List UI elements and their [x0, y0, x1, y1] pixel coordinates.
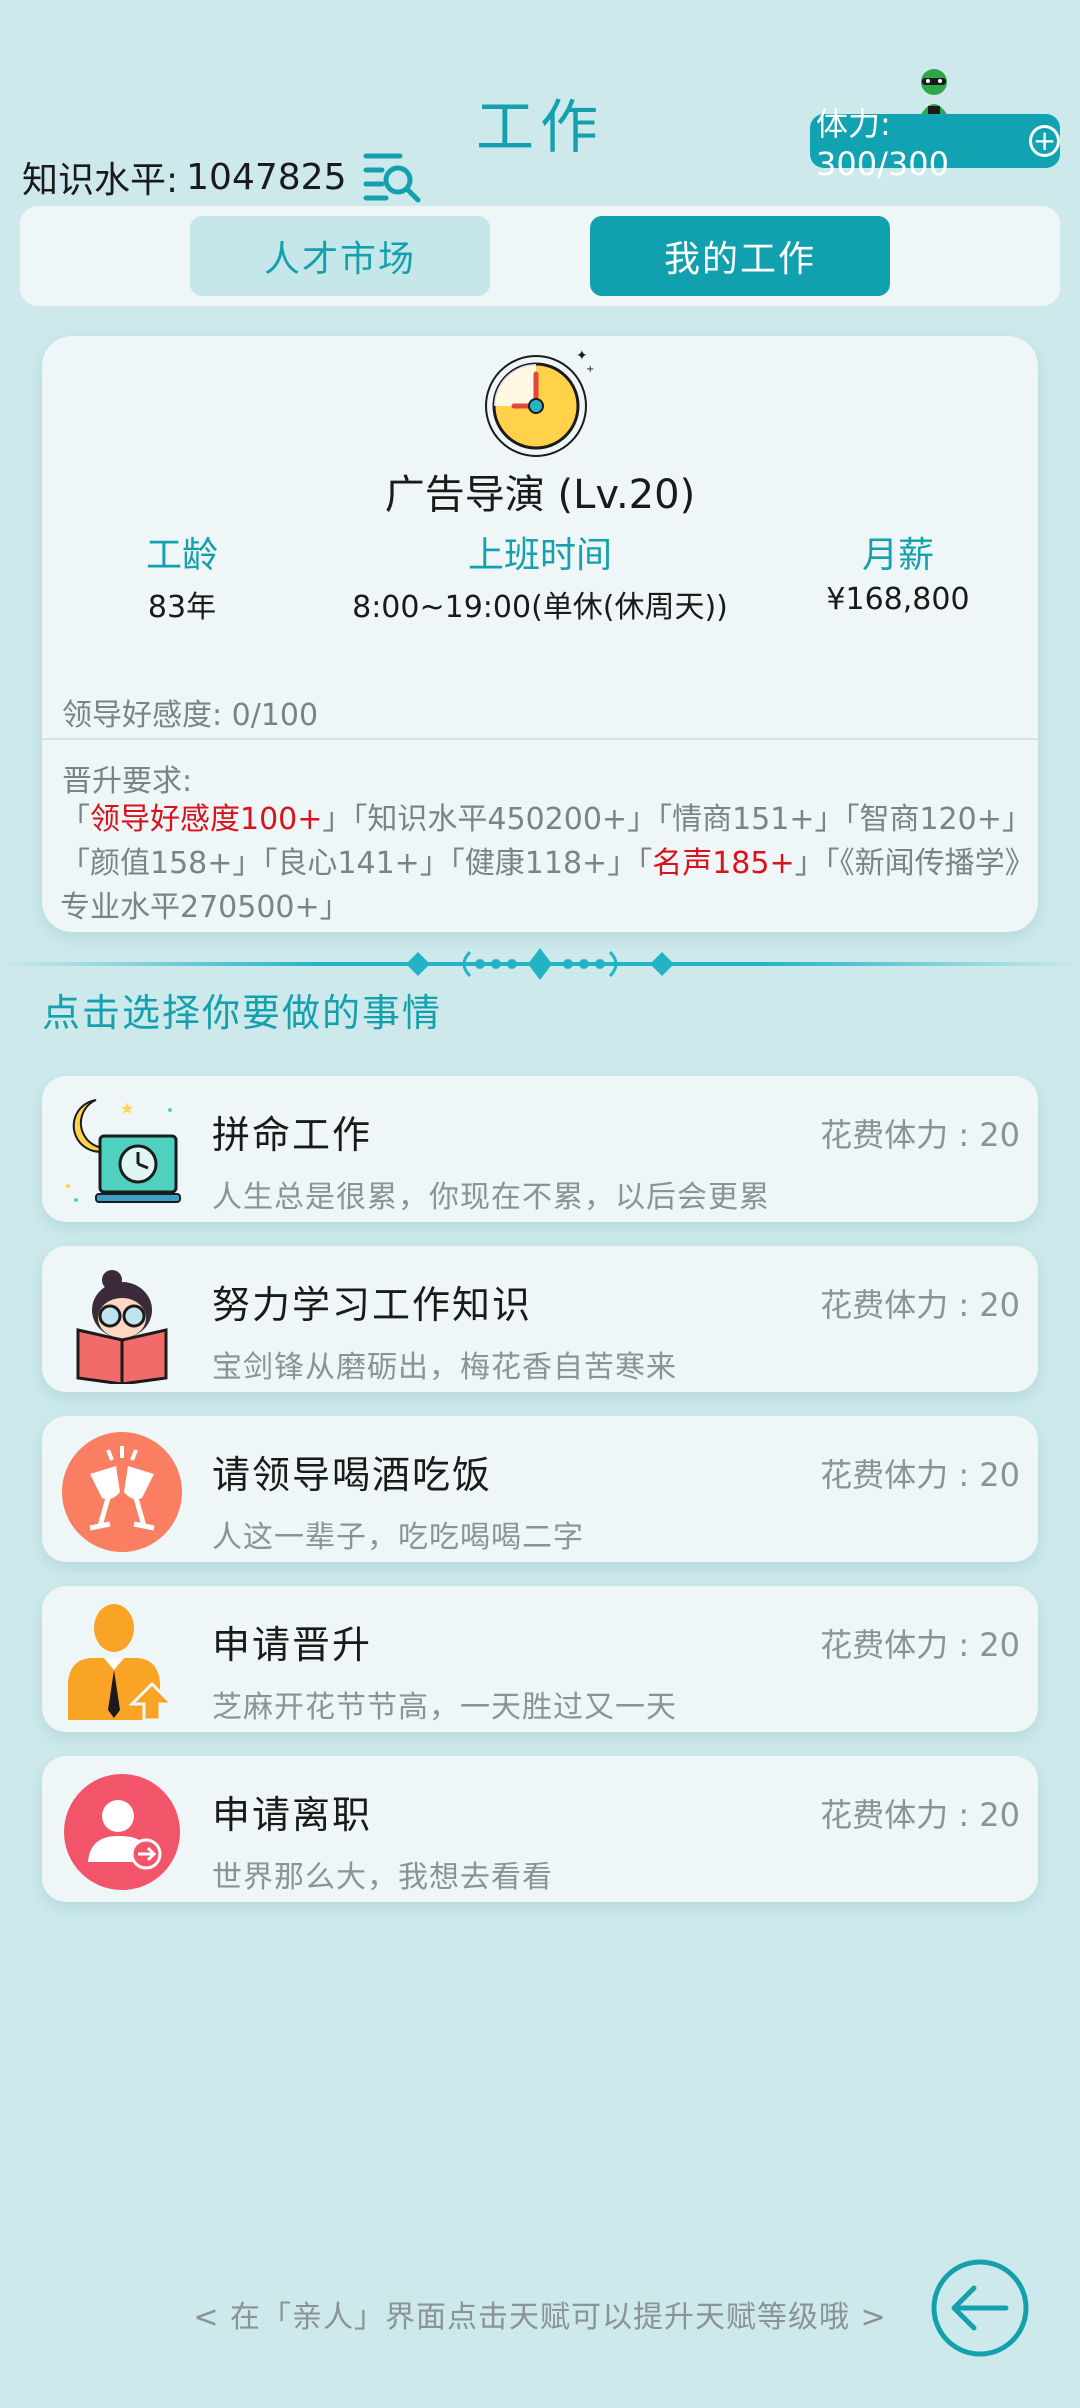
leader-favor: 领导好感度: 0/100 — [62, 698, 319, 733]
stat-label-seniority: 工龄 — [145, 535, 218, 576]
action-cost: 花费体力 : 20 — [820, 1286, 1020, 1324]
cheers-icon — [62, 1432, 182, 1552]
search-list-icon[interactable] — [360, 150, 424, 204]
action-treat-leader[interactable]: 请领导喝酒吃饭 人这一辈子，吃吃喝喝二字 花费体力 : 20 — [42, 1416, 1038, 1562]
tab-talent-market[interactable]: 人才市场 — [190, 216, 490, 296]
knowledge-level: 知识水平: 1047825 — [22, 150, 424, 204]
study-icon — [76, 1270, 168, 1384]
svg-text:✦: ✦ — [576, 348, 588, 364]
job-title: 广告导演 (Lv.20) — [384, 472, 696, 518]
job-card: ✦ + 广告导演 (Lv.20) 工龄 83年 上班时间 8:00~19:00(… — [42, 336, 1038, 932]
requirement-segment: 「 — [60, 802, 90, 837]
resign-icon — [64, 1774, 180, 1890]
action-desc: 宝剑锋从磨砺出，梅花香自苦寒来 — [212, 1350, 677, 1385]
action-name: 拼命工作 — [212, 1113, 373, 1157]
action-cost: 花费体力 : 20 — [820, 1796, 1020, 1834]
requirement-segment-highlight: 领导好感度100+ — [90, 802, 323, 837]
action-name: 申请离职 — [212, 1793, 373, 1837]
action-desc: 人这一辈子，吃吃喝喝二字 — [212, 1520, 584, 1555]
stat-label-salary: 月薪 — [861, 535, 934, 576]
choose-action-label: 点击选择你要做的事情 — [42, 991, 443, 1035]
stat-value-work-hours: 8:00~19:00(单休(休周天)) — [352, 590, 728, 625]
action-work-hard[interactable]: ★ 拼命工作 人生总是很累，你现在不累，以后会更累 花费体力 : 20 — [42, 1076, 1038, 1222]
promotion-requirements: 「领导好感度100+」「知识水平450200+」「情商151+」「智商120+」… — [60, 798, 1030, 930]
ornament-divider — [0, 948, 1080, 980]
promotion-requirements-label: 晋升要求: — [62, 764, 193, 799]
tab-bar: 人才市场 我的工作 — [20, 206, 1060, 306]
action-desc: 芝麻开花节节高，一天胜过又一天 — [212, 1690, 677, 1725]
action-request-promotion[interactable]: 申请晋升 芝麻开花节节高，一天胜过又一天 花费体力 : 20 — [42, 1586, 1038, 1732]
action-cost: 花费体力 : 20 — [820, 1626, 1020, 1664]
action-resign[interactable]: 申请离职 世界那么大，我想去看看 花费体力 : 20 — [42, 1756, 1038, 1902]
action-name: 申请晋升 — [212, 1623, 373, 1667]
add-stamina-icon[interactable]: + — [1029, 125, 1060, 157]
stat-value-seniority: 83年 — [147, 590, 217, 625]
action-name: 努力学习工作知识 — [212, 1283, 533, 1327]
footer-tip: < 在「亲人」界面点击天赋可以提升天赋等级哦 > — [193, 2300, 887, 2335]
clock-icon: ✦ + — [485, 348, 594, 457]
night-work-icon: ★ — [66, 1099, 181, 1203]
promotion-icon — [68, 1604, 176, 1722]
requirement-segment-highlight: 名声185+ — [652, 846, 795, 881]
svg-text:★: ★ — [120, 1099, 134, 1118]
action-cost: 花费体力 : 20 — [820, 1116, 1020, 1154]
action-name: 请领导喝酒吃饭 — [212, 1453, 493, 1497]
divider — [42, 738, 1038, 740]
knowledge-label: 知识水平: — [22, 160, 179, 201]
stamina-badge[interactable]: 体力: 300/300 + — [810, 105, 1060, 183]
stat-value-salary: ¥168,800 — [826, 582, 970, 617]
tab-my-job[interactable]: 我的工作 — [590, 216, 890, 296]
action-desc: 人生总是很累，你现在不累，以后会更累 — [212, 1180, 770, 1215]
knowledge-value: 1047825 — [186, 156, 347, 198]
stamina-text: 体力: 300/300 — [816, 105, 949, 183]
action-study[interactable]: 努力学习工作知识 宝剑锋从磨砺出，梅花香自苦寒来 花费体力 : 20 — [42, 1246, 1038, 1392]
stat-label-work-hours: 上班时间 — [467, 535, 612, 576]
svg-text:+: + — [586, 364, 594, 375]
action-desc: 世界那么大，我想去看看 — [212, 1860, 553, 1895]
back-arrow-icon[interactable] — [928, 2256, 1032, 2360]
action-cost: 花费体力 : 20 — [820, 1456, 1020, 1494]
